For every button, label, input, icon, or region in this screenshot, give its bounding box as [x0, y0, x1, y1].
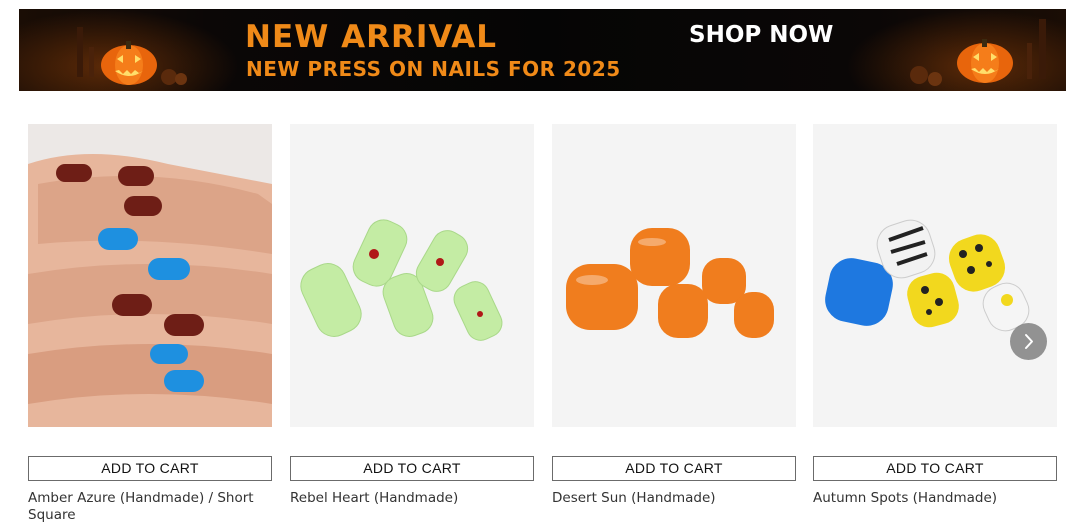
add-to-cart-button[interactable]: ADD TO CART: [813, 456, 1057, 481]
orange-nails-image: [566, 228, 774, 338]
promo-banner[interactable]: NEW ARRIVAL NEW PRESS ON NAILS FOR 2025 …: [19, 9, 1066, 91]
green-nails-image: [300, 219, 503, 341]
product-image[interactable]: [28, 124, 272, 427]
chevron-right-icon: [1025, 334, 1033, 349]
product-name[interactable]: Rebel Heart (Handmade): [290, 490, 534, 507]
banner-headline: NEW ARRIVAL: [245, 19, 498, 55]
add-to-cart-button[interactable]: ADD TO CART: [28, 456, 272, 481]
pumpkin-icon: [77, 27, 187, 85]
product-card: ADD TO CART Autumn Spots (Handmade): [813, 124, 1057, 506]
product-image[interactable]: [813, 124, 1057, 427]
add-to-cart-button[interactable]: ADD TO CART: [290, 456, 534, 481]
nails-on-hands-image: [28, 124, 272, 427]
carousel-next-button[interactable]: [1010, 323, 1047, 360]
product-name[interactable]: Autumn Spots (Handmade): [813, 490, 1057, 507]
product-image[interactable]: [290, 124, 534, 427]
shop-now-link[interactable]: SHOP NOW: [689, 22, 833, 48]
spotted-nails-image: [825, 219, 1030, 332]
add-to-cart-button[interactable]: ADD TO CART: [552, 456, 796, 481]
banner-subheadline: NEW PRESS ON NAILS FOR 2025: [246, 57, 621, 81]
product-name[interactable]: Desert Sun (Handmade): [552, 490, 796, 507]
product-card: ADD TO CART Amber Azure (Handmade) / Sho…: [28, 124, 272, 522]
product-card: ADD TO CART Desert Sun (Handmade): [552, 124, 796, 506]
product-card: ADD TO CART Rebel Heart (Handmade): [290, 124, 534, 506]
pumpkin-icon: [910, 19, 1046, 86]
product-image[interactable]: [552, 124, 796, 427]
product-name[interactable]: Amber Azure (Handmade) / Short Square: [28, 490, 272, 522]
